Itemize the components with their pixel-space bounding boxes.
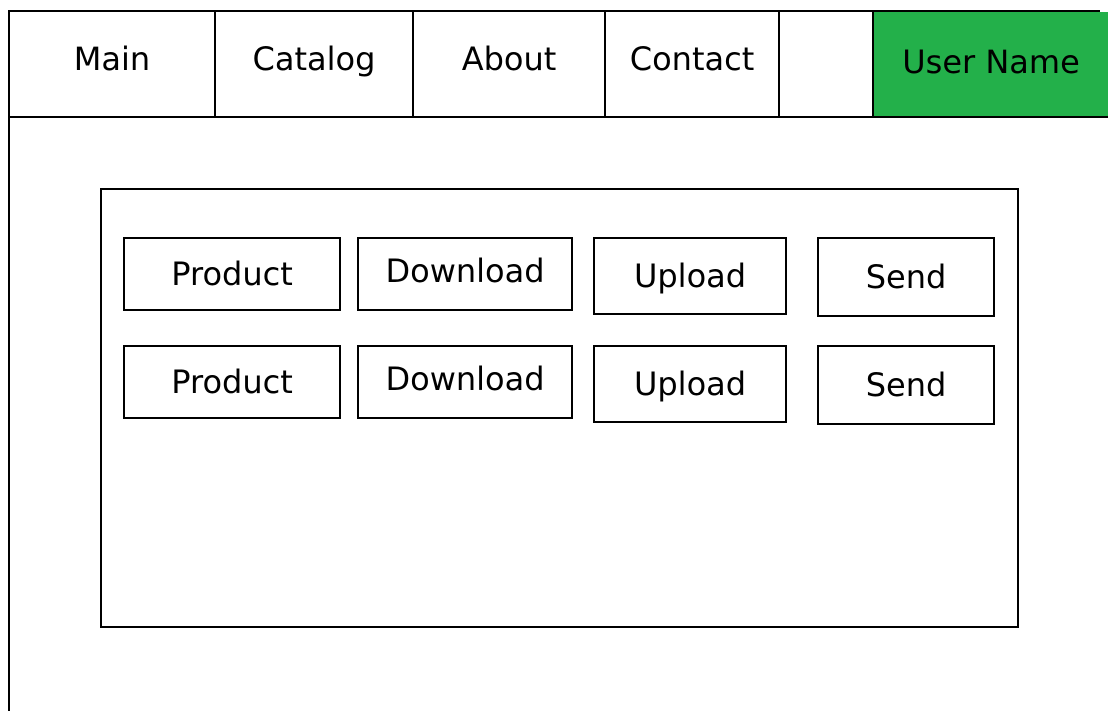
nav-item-empty[interactable] bbox=[780, 10, 874, 116]
nav-item-catalog-label: Catalog bbox=[252, 40, 376, 78]
nav-item-contact-label: Contact bbox=[629, 40, 755, 78]
send-button[interactable]: Send bbox=[817, 237, 995, 317]
download-button-label: Download bbox=[385, 252, 545, 290]
user-name-label: User Name bbox=[902, 43, 1080, 81]
send-button-label: Send bbox=[865, 366, 947, 404]
product-button[interactable]: Product bbox=[123, 345, 341, 419]
download-button[interactable]: Download bbox=[357, 345, 573, 419]
upload-button[interactable]: Upload bbox=[593, 237, 787, 315]
send-button-label: Send bbox=[865, 258, 947, 296]
product-button-label: Product bbox=[171, 255, 293, 293]
product-button-label: Product bbox=[171, 363, 293, 401]
nav-item-main[interactable]: Main bbox=[10, 10, 216, 116]
send-button[interactable]: Send bbox=[817, 345, 995, 425]
upload-button[interactable]: Upload bbox=[593, 345, 787, 423]
nav-item-main-label: Main bbox=[73, 40, 151, 78]
nav-item-catalog[interactable]: Catalog bbox=[216, 10, 414, 116]
download-button[interactable]: Download bbox=[357, 237, 573, 311]
top-navigation-bar: Main Catalog About Contact User Name bbox=[8, 10, 1108, 118]
nav-item-about[interactable]: About bbox=[414, 10, 606, 116]
nav-item-contact[interactable]: Contact bbox=[606, 10, 780, 116]
download-button-label: Download bbox=[385, 360, 545, 398]
upload-button-label: Upload bbox=[633, 257, 747, 295]
content-panel: Product Download Upload Send Product Dow… bbox=[100, 188, 1019, 628]
product-button[interactable]: Product bbox=[123, 237, 341, 311]
user-name-button[interactable]: User Name bbox=[874, 12, 1108, 116]
upload-button-label: Upload bbox=[633, 365, 747, 403]
nav-item-about-label: About bbox=[461, 40, 557, 78]
